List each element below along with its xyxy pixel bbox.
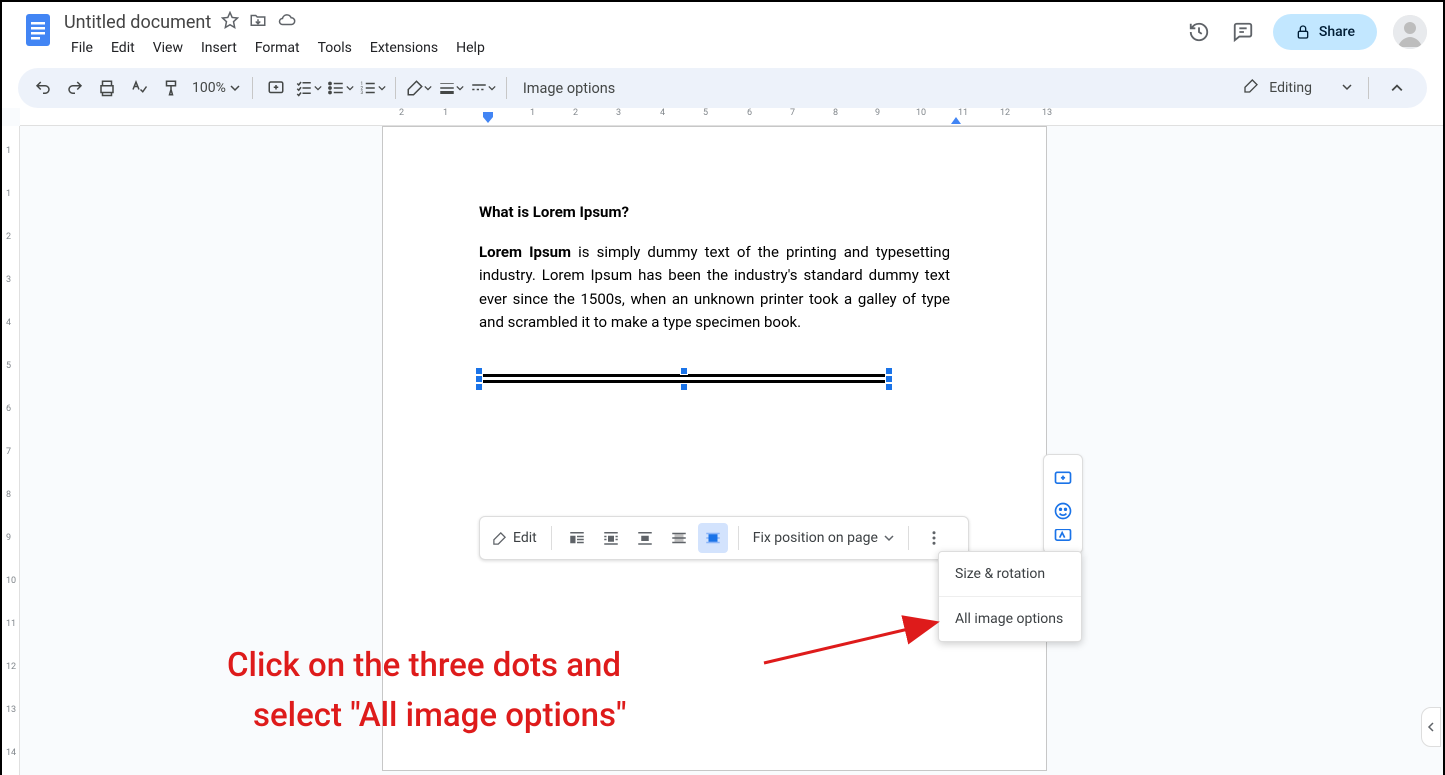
workspace: 2 1 1 2 3 4 5 6 7 8 9 10 11 12 13 112345… bbox=[2, 108, 1443, 775]
fix-position-button[interactable]: Fix position on page bbox=[749, 530, 898, 546]
chevron-down-icon bbox=[230, 83, 240, 93]
numbered-list-button[interactable]: 123 bbox=[357, 73, 387, 103]
add-comment-icon[interactable] bbox=[1049, 465, 1077, 493]
resize-handle[interactable] bbox=[885, 375, 893, 383]
move-icon[interactable] bbox=[249, 11, 267, 33]
infront-text-button[interactable] bbox=[698, 523, 728, 553]
menu-tools[interactable]: Tools bbox=[311, 36, 359, 60]
resize-handle[interactable] bbox=[885, 383, 893, 391]
cloud-icon[interactable] bbox=[277, 11, 297, 33]
ruler-tick: 3 bbox=[616, 108, 621, 118]
resize-handle[interactable] bbox=[475, 367, 483, 375]
ruler-tick: 9 bbox=[875, 108, 880, 118]
ruler-tick: 10 bbox=[916, 108, 926, 118]
docs-logo[interactable] bbox=[18, 10, 58, 50]
behind-text-button[interactable] bbox=[664, 523, 694, 553]
ruler-tick: 13 bbox=[1042, 108, 1052, 118]
annotation-line: select "All image options" bbox=[227, 691, 627, 741]
menu-view[interactable]: View bbox=[146, 36, 190, 60]
editing-mode-label[interactable]: Editing bbox=[1269, 80, 1312, 96]
annotation-text: Click on the three dots and select "All … bbox=[227, 641, 627, 740]
resize-handle[interactable] bbox=[885, 367, 893, 375]
show-side-panel-button[interactable] bbox=[1421, 707, 1441, 747]
document-title[interactable]: Untitled document bbox=[64, 12, 211, 33]
fixpos-label: Fix position on page bbox=[753, 530, 878, 546]
comments-icon[interactable] bbox=[1229, 18, 1257, 46]
vertical-ruler[interactable]: 1123456789101112131415 bbox=[2, 126, 20, 775]
share-label: Share bbox=[1319, 24, 1355, 40]
image-float-toolbar: Edit Fix position on page bbox=[479, 516, 969, 560]
resize-handle[interactable] bbox=[680, 383, 688, 391]
more-options-dropdown: Size & rotation All image options bbox=[938, 551, 1082, 642]
doc-paragraph: Lorem Ipsum is simply dummy text of the … bbox=[479, 241, 950, 334]
menu-format[interactable]: Format bbox=[248, 36, 307, 60]
edit-label: Edit bbox=[513, 530, 537, 546]
comment-strip bbox=[1043, 454, 1083, 554]
star-icon[interactable] bbox=[221, 11, 239, 33]
ruler-tick: 2 bbox=[399, 108, 404, 118]
menu-file[interactable]: File bbox=[64, 36, 100, 60]
ruler-tick: 5 bbox=[703, 108, 708, 118]
doc-lead: Lorem Ipsum bbox=[479, 243, 571, 261]
ruler-tick: 4 bbox=[660, 108, 665, 118]
break-text-button[interactable] bbox=[630, 523, 660, 553]
resize-handle[interactable] bbox=[475, 383, 483, 391]
undo-button[interactable] bbox=[28, 73, 58, 103]
menu-extensions[interactable]: Extensions bbox=[363, 36, 445, 60]
zoom-select[interactable]: 100% bbox=[188, 80, 244, 96]
title-bar: Untitled document File Edit View Insert … bbox=[2, 2, 1443, 66]
pencil-icon bbox=[1243, 78, 1259, 98]
ruler-tick: 1 bbox=[443, 108, 448, 118]
wrap-text-button[interactable] bbox=[596, 523, 626, 553]
lock-icon bbox=[1295, 24, 1311, 40]
doc-heading: What is Lorem Ipsum? bbox=[479, 203, 950, 221]
ruler-tick: 8 bbox=[833, 108, 838, 118]
menu-edit[interactable]: Edit bbox=[104, 36, 142, 60]
menu-bar: File Edit View Insert Format Tools Exten… bbox=[64, 36, 492, 60]
ruler-tick: 7 bbox=[790, 108, 795, 118]
more-options-button[interactable] bbox=[919, 523, 949, 553]
suggest-icon[interactable] bbox=[1049, 529, 1077, 543]
title-icons bbox=[221, 11, 297, 33]
indent-marker-left[interactable] bbox=[482, 111, 494, 125]
chevron-down-icon bbox=[884, 533, 894, 543]
menu-insert[interactable]: Insert bbox=[194, 36, 244, 60]
menu-size-rotation[interactable]: Size & rotation bbox=[939, 552, 1081, 597]
svg-text:3: 3 bbox=[360, 90, 363, 96]
zoom-value: 100% bbox=[192, 80, 226, 96]
emoji-icon[interactable] bbox=[1049, 497, 1077, 525]
spellcheck-button[interactable] bbox=[124, 73, 154, 103]
horizontal-ruler[interactable]: 2 1 1 2 3 4 5 6 7 8 9 10 11 12 13 bbox=[20, 108, 1443, 126]
chevron-up-icon[interactable] bbox=[1385, 76, 1409, 100]
toolbar: 100% 123 Image options Editing bbox=[18, 68, 1427, 108]
redo-button[interactable] bbox=[60, 73, 90, 103]
chevron-down-icon[interactable] bbox=[1342, 80, 1352, 96]
border-color-button[interactable] bbox=[404, 73, 434, 103]
wrap-inline-button[interactable] bbox=[562, 523, 592, 553]
bulleted-list-button[interactable] bbox=[325, 73, 355, 103]
selected-image[interactable] bbox=[479, 371, 889, 387]
add-comment-button[interactable] bbox=[261, 73, 291, 103]
ruler-tick: 2 bbox=[573, 108, 578, 118]
ruler-tick: 6 bbox=[747, 108, 752, 118]
ruler-tick: 12 bbox=[1000, 108, 1010, 118]
print-button[interactable] bbox=[92, 73, 122, 103]
menu-all-image-options[interactable]: All image options bbox=[939, 597, 1081, 641]
paint-format-button[interactable] bbox=[156, 73, 186, 103]
resize-handle[interactable] bbox=[475, 375, 483, 383]
border-dash-button[interactable] bbox=[468, 73, 498, 103]
checklist-button[interactable] bbox=[293, 73, 323, 103]
resize-handle[interactable] bbox=[680, 367, 688, 375]
annotation-line: Click on the three dots and bbox=[227, 641, 627, 691]
ruler-tick: 1 bbox=[530, 108, 535, 118]
avatar[interactable] bbox=[1393, 15, 1427, 49]
menu-help[interactable]: Help bbox=[449, 36, 492, 60]
share-button[interactable]: Share bbox=[1273, 14, 1377, 50]
indent-marker-right[interactable] bbox=[950, 116, 962, 125]
image-options-button[interactable]: Image options bbox=[515, 80, 623, 97]
border-weight-button[interactable] bbox=[436, 73, 466, 103]
edit-image-button[interactable]: Edit bbox=[488, 530, 541, 546]
history-icon[interactable] bbox=[1185, 18, 1213, 46]
